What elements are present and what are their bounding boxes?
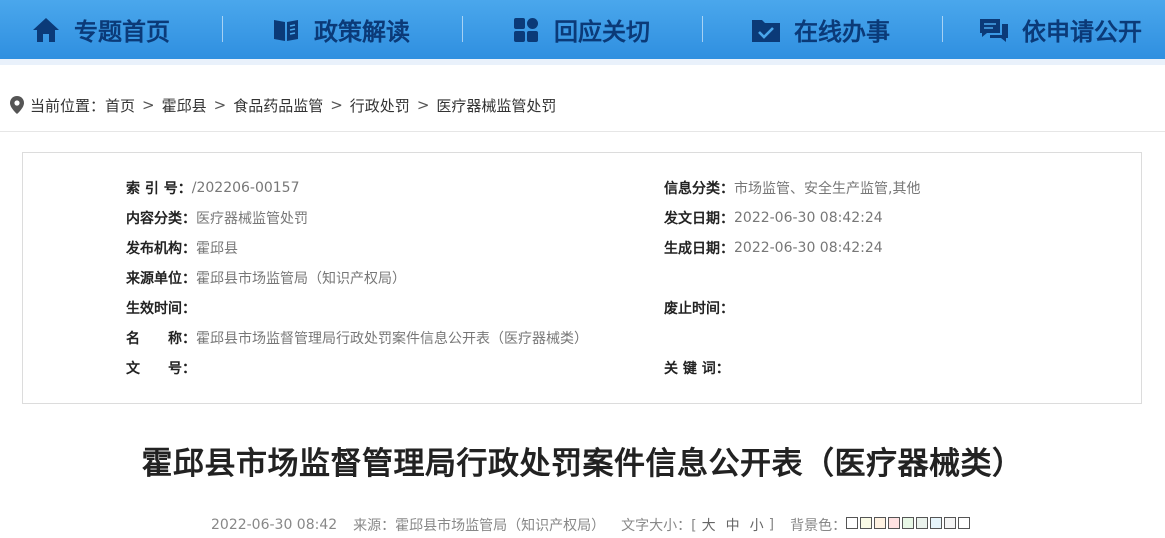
nav-divider	[462, 16, 463, 42]
font-small-button[interactable]: 小	[750, 515, 764, 535]
background-swatch-1[interactable]	[846, 517, 859, 529]
breadcrumb-divider	[0, 131, 1165, 132]
location-pin-icon	[10, 96, 24, 114]
article-meta: 2022-06-30 08:42 来源： 霍邱县市场监管局（知识产权局） 文字大…	[211, 514, 972, 536]
breadcrumb-item-penalty[interactable]: 行政处罚	[350, 95, 410, 116]
font-size-end: ]	[768, 517, 775, 533]
background-swatch-7[interactable]	[930, 517, 943, 529]
info-effective-time: 生效时间：	[126, 301, 196, 317]
nav-item-online-service[interactable]: 在线办事	[750, 0, 890, 59]
info-content-type: 内容分类： 医疗器械监管处罚	[126, 211, 308, 227]
font-large-button[interactable]: 大	[702, 515, 716, 535]
nav-divider	[222, 16, 223, 42]
home-icon	[30, 14, 62, 46]
info-metadata-box: 索 引 号： /202206-00157 信息分类： 市场监管、安全生产监管,其…	[22, 152, 1142, 404]
nav-label: 专题首页	[74, 18, 170, 46]
book-icon	[270, 14, 302, 46]
font-size-label: 文字大小：[	[621, 518, 697, 534]
info-repeal-time: 废止时间：	[664, 301, 734, 317]
breadcrumb-separator: >	[142, 96, 155, 114]
nav-divider	[702, 16, 703, 42]
breadcrumb-item-device-penalty[interactable]: 医疗器械监管处罚	[436, 95, 556, 116]
background-swatch-6[interactable]	[916, 517, 929, 529]
breadcrumb-separator: >	[416, 96, 430, 114]
nav-divider	[942, 16, 943, 42]
nav-item-policy[interactable]: 政策解读	[270, 0, 410, 59]
breadcrumb: 当前位置： 首页 > 霍邱县 > 食品药品监管 > 行政处罚 > 医疗器械监管处…	[10, 93, 556, 117]
breadcrumb-prefix: 当前位置：	[30, 96, 106, 115]
background-swatch-4[interactable]	[888, 517, 901, 529]
background-swatches	[846, 517, 972, 533]
publish-date: 2022-06-30 08:42	[211, 517, 338, 533]
top-nav: 专题首页 政策解读 回应关切 在线办事 依申请公开	[0, 0, 1165, 59]
nav-item-home[interactable]: 专题首页	[30, 0, 170, 59]
breadcrumb-separator: >	[330, 96, 343, 114]
nav-label: 在线办事	[794, 18, 890, 46]
font-medium-button[interactable]: 中	[726, 515, 740, 535]
nav-label: 政策解读	[314, 18, 410, 46]
background-swatch-9[interactable]	[958, 517, 971, 529]
info-category: 信息分类： 市场监管、安全生产监管,其他	[664, 181, 921, 197]
nav-item-response[interactable]: 回应关切	[510, 0, 650, 59]
folder-check-icon	[750, 14, 782, 46]
background-swatch-8[interactable]	[944, 517, 957, 529]
info-generate-date: 生成日期： 2022-06-30 08:42:24	[664, 240, 883, 257]
nav-item-apply-disclosure[interactable]: 依申请公开	[978, 0, 1142, 59]
article-title: 霍邱县市场监督管理局行政处罚案件信息公开表（医疗器械类）	[141, 446, 1024, 482]
grid-icon	[510, 14, 542, 46]
background-swatch-2[interactable]	[860, 517, 873, 529]
info-issue-date: 发文日期： 2022-06-30 08:42:24	[664, 210, 883, 227]
info-name: 名 称： 霍邱县市场监督管理局行政处罚案件信息公开表（医疗器械类）	[126, 331, 588, 347]
info-source-unit: 来源单位： 霍邱县市场监管局（知识产权局）	[126, 271, 406, 287]
background-swatch-5[interactable]	[902, 517, 915, 529]
breadcrumb-item-county[interactable]: 霍邱县	[162, 95, 207, 116]
info-doc-number: 文 号：	[126, 361, 196, 377]
source-value: 霍邱县市场监管局（知识产权局）	[395, 518, 606, 534]
chat-icon	[978, 14, 1010, 46]
info-keywords: 关 键 词：	[664, 361, 730, 377]
breadcrumb-item-home[interactable]: 首页	[105, 95, 135, 116]
source-label: 来源：	[353, 518, 396, 534]
nav-underline	[0, 59, 1165, 65]
breadcrumb-item-food-drug[interactable]: 食品药品监管	[233, 95, 323, 116]
nav-label: 依申请公开	[1022, 18, 1142, 46]
background-color-label: 背景色：	[790, 518, 847, 534]
info-publisher: 发布机构： 霍邱县	[126, 241, 238, 257]
breadcrumb-separator: >	[213, 96, 227, 114]
background-swatch-3[interactable]	[874, 517, 887, 529]
info-index: 索 引 号： /202206-00157	[126, 180, 300, 197]
nav-label: 回应关切	[554, 18, 650, 46]
